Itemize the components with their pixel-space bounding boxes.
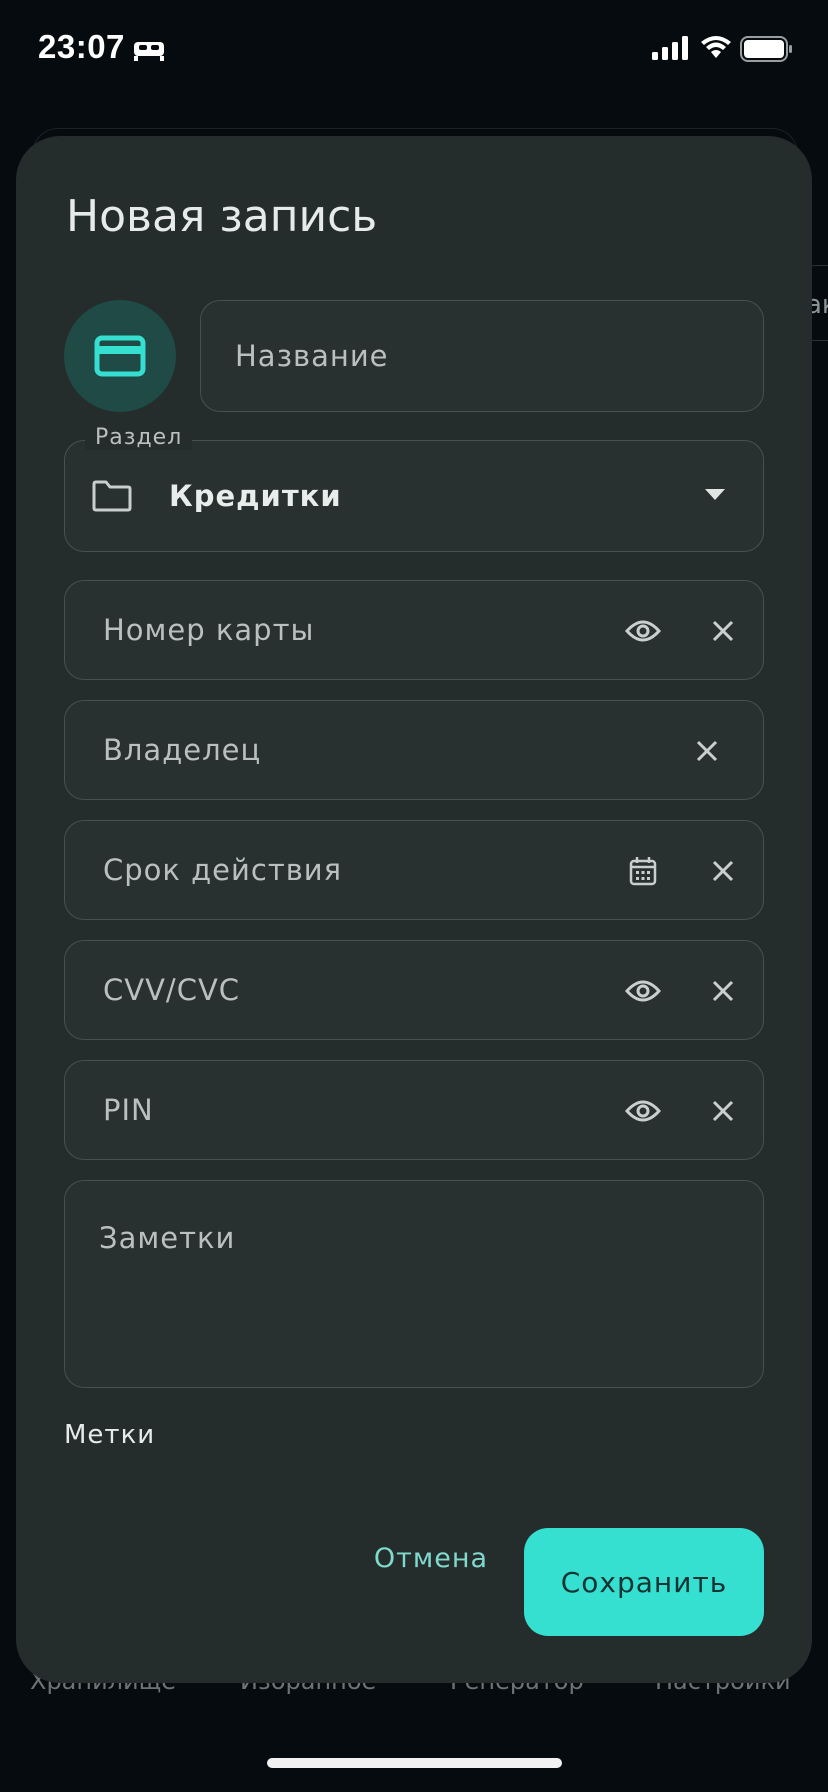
close-icon[interactable] [703,611,743,651]
expiry-field[interactable] [64,820,764,920]
card-number-input[interactable] [101,581,585,679]
battery-icon [740,36,792,62]
calendar-icon[interactable] [623,851,663,891]
status-time: 23:07 [38,28,125,65]
close-icon[interactable] [687,731,727,771]
section-label: Раздел [85,425,193,450]
cvv-field[interactable] [64,940,764,1040]
credit-card-icon [94,335,146,377]
bed-icon [134,42,164,61]
cancel-button[interactable]: Отмена [356,1528,506,1588]
new-entry-dialog: Новая запись Раздел Кредитки [16,136,812,1683]
eye-icon[interactable] [623,971,663,1011]
close-icon[interactable] [703,1091,743,1131]
signal-icon [652,36,688,60]
card-number-field[interactable] [64,580,764,680]
section-select[interactable]: Раздел Кредитки [64,425,764,552]
folder-icon [92,480,132,512]
notes-input[interactable] [97,1219,731,1373]
dialog-title: Новая запись [66,191,378,242]
close-icon[interactable] [703,851,743,891]
pin-field[interactable] [64,1060,764,1160]
tags-label: Метки [64,1420,156,1450]
owner-field[interactable] [64,700,764,800]
close-icon[interactable] [703,971,743,1011]
eye-icon[interactable] [623,1091,663,1131]
expiry-input[interactable] [101,821,585,919]
wifi-icon [701,36,731,58]
section-value: Кредитки [169,479,342,513]
owner-input[interactable] [101,701,585,799]
cvv-input[interactable] [101,941,585,1039]
pin-input[interactable] [101,1061,585,1159]
name-input[interactable] [233,301,737,411]
home-indicator [267,1758,562,1768]
entry-icon-button[interactable] [64,300,176,412]
notes-field[interactable] [64,1180,764,1388]
name-field[interactable] [200,300,764,412]
status-bar: 23:07 [0,0,828,100]
chevron-down-icon [705,489,725,500]
eye-icon[interactable] [623,611,663,651]
save-button[interactable]: Сохранить [524,1528,764,1636]
